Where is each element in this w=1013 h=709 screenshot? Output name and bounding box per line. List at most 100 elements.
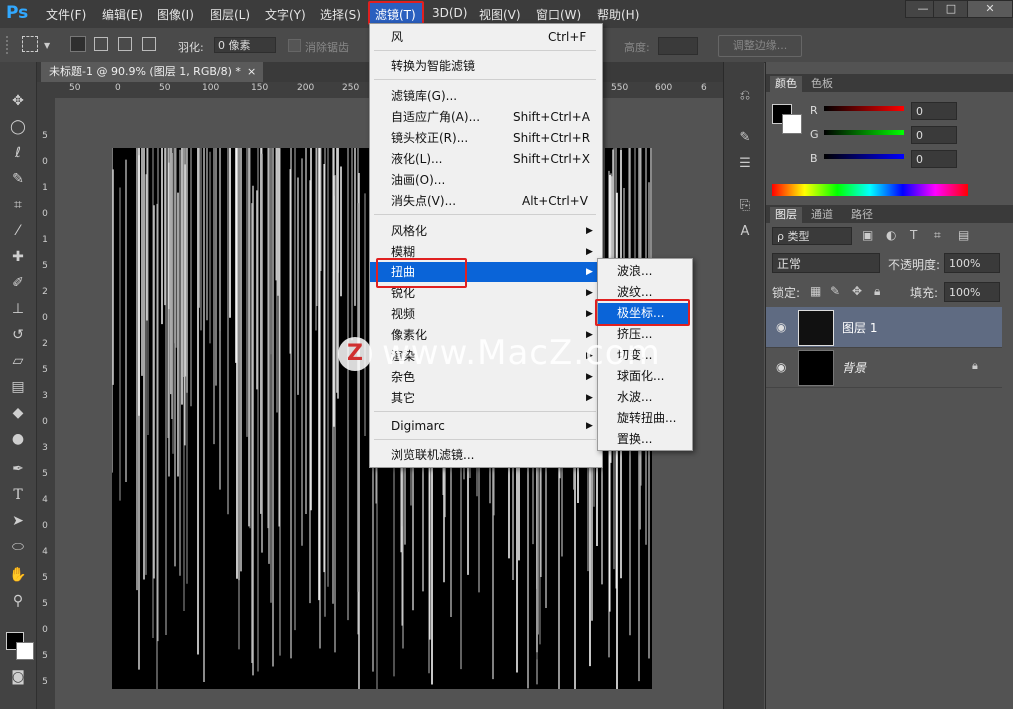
tab-layers[interactable]: 图层 <box>770 207 802 223</box>
history-panel-icon[interactable]: ⎌ <box>736 88 754 106</box>
panel-background-swatch[interactable] <box>782 114 802 134</box>
menu-item-noise[interactable]: 杂色 ▶ <box>370 367 600 387</box>
chevron-down-icon[interactable]: ▼ <box>44 41 50 50</box>
hand-icon[interactable]: ✋ <box>8 566 28 584</box>
layer-filter-select[interactable]: ρ 类型 <box>772 227 852 245</box>
menu-item-render[interactable]: 渲染 ▶ <box>370 346 600 366</box>
submenu-item-spherize[interactable]: 球面化... <box>598 366 690 387</box>
dodge-icon[interactable]: ● <box>8 430 28 448</box>
path-select-icon[interactable]: ➤ <box>8 512 28 530</box>
close-window-button[interactable]: ✕ <box>967 0 1013 18</box>
crop-icon[interactable]: ⌗ <box>8 196 28 214</box>
blue-slider[interactable] <box>824 154 904 159</box>
menu-item-pixelate[interactable]: 像素化 ▶ <box>370 325 600 345</box>
layer-row[interactable]: ◉ 背景 🔒︎ <box>766 347 1002 388</box>
submenu-item-shear[interactable]: 切变... <box>598 345 690 366</box>
refine-edge-button[interactable]: 调整边缘... <box>718 35 802 57</box>
tab-swatches[interactable]: 色板 <box>806 76 838 92</box>
tab-channels[interactable]: 通道 <box>806 207 838 223</box>
layer-name[interactable]: 背景 <box>842 359 866 376</box>
menu-filter[interactable]: 滤镜(T) <box>375 6 416 23</box>
submenu-item-pinch[interactable]: 挤压... <box>598 324 690 345</box>
menu-file[interactable]: 文件(F) <box>46 6 86 23</box>
background-color-swatch[interactable] <box>16 642 34 660</box>
submenu-item-wave[interactable]: 波浪... <box>598 261 690 282</box>
healing-brush-icon[interactable]: ✚ <box>8 248 28 266</box>
menu-item-other[interactable]: 其它 ▶ <box>370 388 600 408</box>
menu-help[interactable]: 帮助(H) <box>597 6 639 23</box>
new-selection-icon[interactable] <box>70 36 86 52</box>
menu-item-adaptive-wide-angle[interactable]: 自适应广角(A)... Shift+Ctrl+A <box>370 107 600 127</box>
blue-value-input[interactable]: 0 <box>911 150 957 168</box>
color-spectrum-bar[interactable] <box>772 184 968 196</box>
blur-icon[interactable]: ◆ <box>8 404 28 422</box>
menu-item-browse-filters-online[interactable]: 浏览联机滤镜... <box>370 445 600 465</box>
maximize-button[interactable]: □ <box>933 0 969 18</box>
filter-adjust-icon[interactable]: ◐ <box>886 228 896 242</box>
menu-item-lens-correction[interactable]: 镜头校正(R)... Shift+Ctrl+R <box>370 128 600 148</box>
menu-layer[interactable]: 图层(L) <box>210 6 250 23</box>
lock-position-icon[interactable]: ✥ <box>852 284 862 298</box>
eyedropper-icon[interactable]: ⁄ <box>8 222 28 240</box>
menu-select[interactable]: 选择(S) <box>320 6 361 23</box>
gradient-icon[interactable]: ▤ <box>8 378 28 396</box>
feather-input[interactable]: 0 像素 <box>214 37 276 53</box>
visibility-eye-icon[interactable]: ◉ <box>776 360 786 374</box>
quick-mask-icon[interactable]: ◙ <box>8 668 28 686</box>
pen-icon[interactable]: ✒ <box>8 460 28 478</box>
menu-item-video[interactable]: 视频 ▶ <box>370 304 600 324</box>
menu-item-convert-smart-filter[interactable]: 转换为智能滤镜 <box>370 56 600 76</box>
move-tool-icon[interactable]: ✥ <box>8 92 28 110</box>
zoom-icon[interactable]: ⚲ <box>8 592 28 610</box>
submenu-item-twirl[interactable]: 旋转扭曲... <box>598 408 690 429</box>
character-panel-icon[interactable]: A <box>736 224 754 242</box>
tab-paths[interactable]: 路径 <box>846 207 878 223</box>
tab-color[interactable]: 颜色 <box>770 76 802 92</box>
filter-shape-icon[interactable]: ⌗ <box>934 228 941 243</box>
type-tool-icon[interactable]: T <box>8 486 28 504</box>
menu-item-liquify[interactable]: 液化(L)... Shift+Ctrl+X <box>370 149 600 169</box>
quick-select-icon[interactable]: ✎ <box>8 170 28 188</box>
ellipse-shape-icon[interactable]: ⬭ <box>8 538 28 556</box>
height-input[interactable] <box>658 37 698 55</box>
opacity-input[interactable]: 100% <box>944 253 1000 273</box>
filter-smart-icon[interactable]: ▤ <box>958 228 969 242</box>
antialias-checkbox[interactable] <box>288 39 301 52</box>
layer-row[interactable]: ◉ 图层 1 <box>766 307 1002 348</box>
layer-name[interactable]: 图层 1 <box>842 319 877 336</box>
submenu-item-zigzag[interactable]: 水波... <box>598 387 690 408</box>
menu-item-digimarc[interactable]: Digimarc ▶ <box>370 416 600 436</box>
eraser-icon[interactable]: ▱ <box>8 352 28 370</box>
red-slider[interactable] <box>824 106 904 111</box>
history-brush-icon[interactable]: ↺ <box>8 326 28 344</box>
menu-window[interactable]: 窗口(W) <box>536 6 581 23</box>
document-tab[interactable]: 未标题-1 @ 90.9% (图层 1, RGB/8) * × <box>41 62 263 82</box>
visibility-eye-icon[interactable]: ◉ <box>776 320 786 334</box>
blend-mode-select[interactable]: 正常 <box>772 253 880 273</box>
lock-pixels-icon[interactable]: ▦ <box>810 284 821 298</box>
marquee-preset-icon[interactable] <box>22 36 38 52</box>
clone-source-panel-icon[interactable]: ⎘ <box>736 198 754 216</box>
menu-3d[interactable]: 3D(D) <box>432 6 467 20</box>
add-selection-icon[interactable] <box>94 37 108 51</box>
menu-edit[interactable]: 编辑(E) <box>102 6 143 23</box>
menu-item-stylize[interactable]: 风格化 ▶ <box>370 221 600 241</box>
brush-icon[interactable]: ✐ <box>8 274 28 292</box>
close-tab-icon[interactable]: × <box>247 62 256 82</box>
menu-item-vanishing-point[interactable]: 消失点(V)... Alt+Ctrl+V <box>370 191 600 211</box>
lasso-icon[interactable]: ℓ <box>8 144 28 162</box>
intersect-selection-icon[interactable] <box>142 37 156 51</box>
menu-type[interactable]: 文字(Y) <box>265 6 306 23</box>
brush-panel-icon[interactable]: ✎ <box>736 130 754 148</box>
filter-type-icon[interactable]: T <box>910 228 917 242</box>
menu-image[interactable]: 图像(I) <box>157 6 194 23</box>
lock-all-icon[interactable]: 🔒︎ <box>874 284 880 299</box>
menu-item-wind[interactable]: 风 Ctrl+F <box>370 27 600 47</box>
adjustments-panel-icon[interactable]: ☰ <box>736 156 754 174</box>
red-value-input[interactable]: 0 <box>911 102 957 120</box>
menu-view[interactable]: 视图(V) <box>479 6 521 23</box>
subtract-selection-icon[interactable] <box>118 37 132 51</box>
menu-item-oil-paint[interactable]: 油画(O)... <box>370 170 600 190</box>
filter-pixel-icon[interactable]: ▣ <box>862 228 873 242</box>
clone-stamp-icon[interactable]: ⊥ <box>8 300 28 318</box>
